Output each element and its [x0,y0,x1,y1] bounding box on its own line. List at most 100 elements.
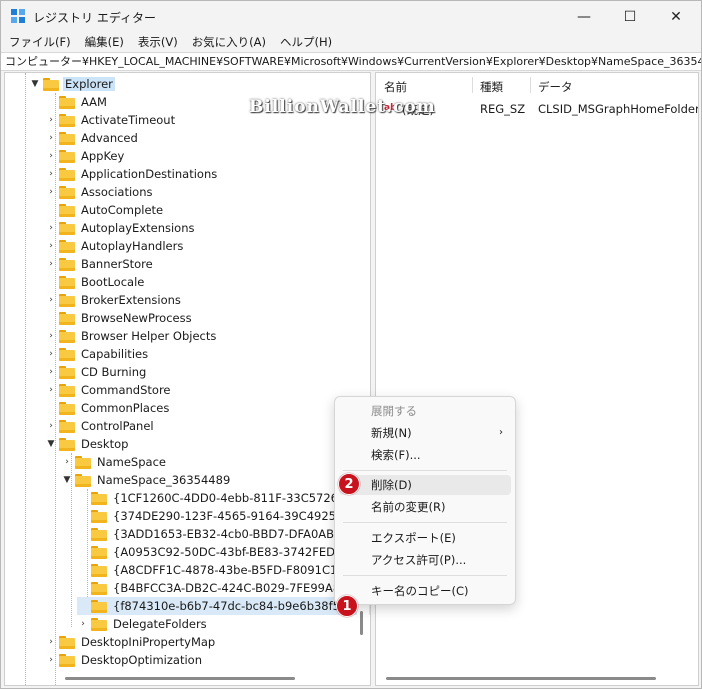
tree-node-capabilities[interactable]: › Capabilities [45,345,150,363]
tree-node-bannerstore[interactable]: › BannerStore [45,255,155,273]
window-title: レジストリ エディター [33,11,156,25]
tree-node-desktopinipropertymap[interactable]: › DesktopIniPropertyMap [45,633,217,651]
tree-node-guid[interactable]: {B4BFCC3A-DB2C-424C-B029-7FE99A87C6 [77,579,365,597]
registry-editor-icon [11,9,25,23]
column-name[interactable]: 名前 [384,79,407,95]
chevron-right-icon[interactable]: › [45,111,57,129]
tree-node-browser-helper-objects[interactable]: › Browser Helper Objects [45,327,218,345]
menu-separator [343,522,507,523]
chevron-right-icon[interactable]: › [61,453,73,471]
menu-view[interactable]: 表示(V) [132,32,184,52]
chevron-right-icon[interactable]: › [45,327,57,345]
value-data[interactable]: CLSID_MSGraphHomeFolder [538,102,698,116]
menu-item-rename[interactable]: 名前の変更(R) [339,497,511,517]
tree-node-namespace[interactable]: › NameSpace [61,453,168,471]
registry-editor-window: レジストリ エディター — ☐ ✕ ファイル(F) 編集(E) 表示(V) お気… [0,0,702,689]
folder-icon [59,653,75,667]
menu-edit[interactable]: 編集(E) [79,32,130,52]
column-separator[interactable] [530,77,531,93]
chevron-right-icon[interactable]: › [45,183,57,201]
chevron-right-icon[interactable]: › [45,651,57,669]
tree-node-label: Browser Helper Objects [81,329,217,343]
tree-node-appkey[interactable]: › AppKey [45,147,126,165]
tree-node-desktopoptimization[interactable]: › DesktopOptimization [45,651,204,669]
minimize-button[interactable]: — [561,1,607,32]
tree-node-label: {1CF1260C-4DD0-4ebb-811F-33C572699FD [113,491,369,505]
tree-node-label: {A8CDFF1C-4878-43be-B5FD-F8091C1C60D [113,563,369,577]
tree-node-advanced[interactable]: › Advanced [45,129,140,147]
menu-item-find[interactable]: 検索(F)... [339,445,511,465]
tree-node-guid[interactable]: {3ADD1653-EB32-4cb0-BBD7-DFA0ABB5AC [77,525,367,543]
tree-node-guid[interactable]: {A8CDFF1C-4878-43be-B5FD-F8091C1C60D [77,561,370,579]
tree-node-guid[interactable]: {374DE290-123F-4565-9164-39C4925E467B} [77,507,370,525]
tree-node-activatetimeout[interactable]: › ActivateTimeout [45,111,177,129]
tree-node-namespace-36354489[interactable]: ▼ NameSpace_36354489 [61,471,232,489]
chevron-right-icon[interactable]: › [45,129,57,147]
tree-node-applicationdestinations[interactable]: › ApplicationDestinations [45,165,219,183]
tree-node-aam[interactable]: AAM [45,93,109,111]
tree-node-brokerextensions[interactable]: › BrokerExtensions [45,291,183,309]
menu-item-delete[interactable]: 削除(D) [339,475,511,495]
column-data[interactable]: データ [538,79,573,95]
tree-node-controlpanel[interactable]: › ControlPanel [45,417,156,435]
value-type[interactable]: REG_SZ [480,102,525,116]
chevron-right-icon[interactable]: › [45,633,57,651]
chevron-right-icon[interactable]: › [45,381,57,399]
menu-item-copy-key-name[interactable]: キー名のコピー(C) [339,581,511,601]
tree-node-desktop[interactable]: ▼ Desktop [45,435,130,453]
menu-item-export[interactable]: エクスポート(E) [339,528,511,548]
chevron-down-icon[interactable]: ▼ [29,75,41,93]
tree-node-label: DesktopIniPropertyMap [81,635,216,649]
tree-node-bootlocale[interactable]: BootLocale [45,273,146,291]
menu-item-permissions[interactable]: アクセス許可(P)... [339,550,511,570]
tree-node-autoplayextensions[interactable]: › AutoplayExtensions [45,219,197,237]
tree-node-guid[interactable]: {1CF1260C-4DD0-4ebb-811F-33C572699FD [77,489,370,507]
chevron-right-icon[interactable]: › [45,147,57,165]
column-type[interactable]: 種類 [480,79,503,95]
tree-node-browsenewprocess[interactable]: BrowseNewProcess [45,309,194,327]
column-separator[interactable] [472,77,473,93]
tree-node-associations[interactable]: › Associations [45,183,154,201]
chevron-right-icon[interactable]: › [45,237,57,255]
chevron-right-icon[interactable]: › [45,363,57,381]
tree-node-guid[interactable]: {A0953C92-50DC-43bf-BE83-3742FED03C9 [77,543,367,561]
folder-icon [59,167,75,181]
chevron-down-icon[interactable]: ▼ [61,471,73,489]
menu-help[interactable]: ヘルプ(H) [274,32,338,52]
tree-node-autoplayhandlers[interactable]: › AutoplayHandlers [45,237,185,255]
chevron-right-icon[interactable]: › [45,345,57,363]
chevron-right-icon[interactable]: › [45,291,57,309]
menu-favorites[interactable]: お気に入り(A) [186,32,272,52]
registry-tree[interactable]: ▼ Explorer AAM › ActivateTimeout › Advanced ›… [4,72,371,686]
tree-scroll-thumb[interactable] [360,611,363,635]
tree-node-autocomplete[interactable]: AutoComplete [45,201,165,219]
chevron-down-icon[interactable]: ▼ [45,435,57,453]
chevron-right-icon[interactable]: › [45,255,57,273]
tree-node-commandstore[interactable]: › CommandStore [45,381,173,399]
tree-node-commonplaces[interactable]: CommonPlaces [45,399,171,417]
chevron-right-icon[interactable]: › [45,417,57,435]
tree-node-explorer[interactable]: ▼ Explorer [29,75,115,93]
menu-item-expand[interactable]: 展開する [339,401,511,421]
tree-node-delegatefolders[interactable]: › DelegateFolders [77,615,209,633]
tree-node-guid[interactable]: {f874310e-b6b7-47dc-bc84-b9e6b38f5903} [77,597,370,615]
chevron-right-icon[interactable]: › [77,615,89,633]
tree-horizontal-scrollbar[interactable] [65,677,295,680]
list-horizontal-scrollbar[interactable] [386,677,656,680]
close-button[interactable]: ✕ [653,1,699,32]
chevron-right-icon[interactable]: › [45,219,57,237]
folder-icon [91,545,107,559]
menu-file[interactable]: ファイル(F) [3,32,77,52]
chevron-right-icon[interactable]: › [45,165,57,183]
address-bar[interactable]: コンピューター¥HKEY_LOCAL_MACHINE¥SOFTWARE¥Micr… [1,52,701,71]
tree-node-label: Desktop [81,437,129,451]
menu-item-new[interactable]: 新規(N) › [339,423,511,443]
tree-node-cd-burning[interactable]: › CD Burning [45,363,148,381]
tree-node-label: Associations [81,185,153,199]
maximize-button[interactable]: ☐ [607,1,653,32]
